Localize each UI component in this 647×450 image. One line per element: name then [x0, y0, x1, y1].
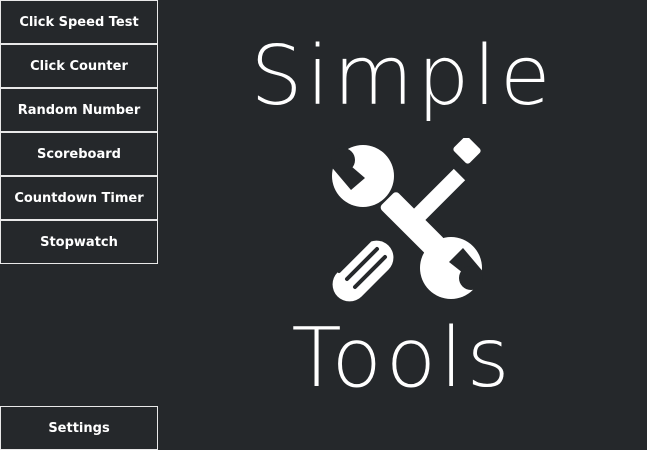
countdown-timer-button[interactable]: Countdown Timer	[0, 176, 158, 220]
scoreboard-button[interactable]: Scoreboard	[0, 132, 158, 176]
random-number-button[interactable]: Random Number	[0, 88, 158, 132]
main-panel: Simple Tools	[158, 0, 647, 450]
app-title-simple: Simple	[250, 29, 555, 124]
app-title-tools: Tools	[291, 311, 514, 406]
app-window: Click Speed Test Click Counter Random Nu…	[0, 0, 647, 450]
wrench-screwdriver-icon	[329, 138, 485, 302]
stopwatch-button[interactable]: Stopwatch	[0, 220, 158, 264]
sidebar: Click Speed Test Click Counter Random Nu…	[0, 0, 158, 450]
click-speed-test-button[interactable]: Click Speed Test	[0, 0, 158, 44]
click-counter-button[interactable]: Click Counter	[0, 44, 158, 88]
settings-button[interactable]: Settings	[0, 406, 158, 450]
